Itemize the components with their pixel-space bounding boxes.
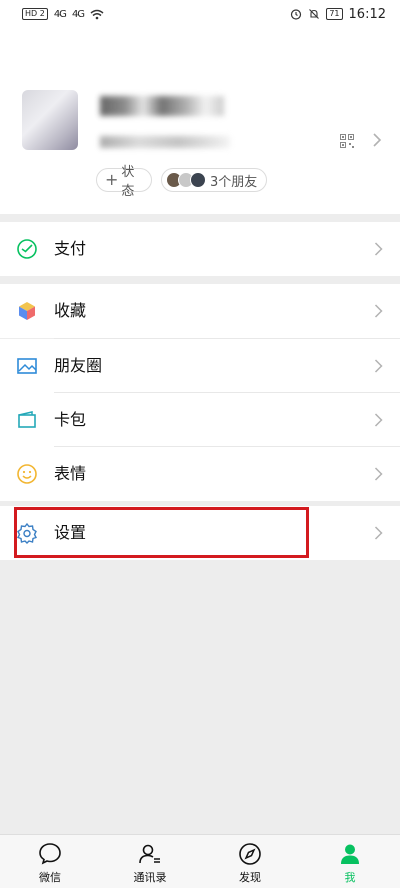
chevron-right-icon (374, 304, 383, 318)
tab-label: 通讯录 (133, 871, 167, 884)
menu-label-cards: 卡包 (54, 410, 87, 429)
chevron-right-icon (374, 359, 383, 373)
signal-icon: 4G (53, 8, 67, 20)
status-bar-left: HD 2 4G 4G (22, 8, 104, 20)
wifi-icon (90, 9, 104, 19)
cube-icon (19, 302, 35, 320)
pay-icon (17, 239, 37, 259)
nickname-redacted (100, 96, 224, 116)
status-button[interactable]: + 状态 (96, 165, 152, 199)
friends-label: 3个朋友 (210, 174, 258, 190)
menu-item-moments[interactable]: 朋友圈 (0, 339, 400, 393)
menu-item-pay[interactable]: 支付 (0, 222, 400, 276)
status-bar-right: 71 16:12 (290, 7, 386, 22)
menu-item-favorites[interactable]: 收藏 (0, 284, 400, 338)
signal-icon-2: 4G (71, 8, 85, 20)
friends-button[interactable]: 3个朋友 (161, 168, 267, 192)
chevron-right-icon (374, 526, 383, 540)
person-icon (341, 844, 359, 864)
plus-icon: + (105, 170, 119, 189)
compass-icon (239, 843, 261, 865)
battery-indicator: 71 (326, 8, 343, 20)
profile-header[interactable]: + 状态 3个朋友 (0, 28, 400, 214)
bottom-tab-bar: 微信 通讯录 发现 我 (0, 834, 400, 888)
friend-avatar (190, 172, 206, 188)
tab-contacts[interactable]: 通讯录 (100, 835, 200, 888)
wechat-id-redacted (100, 136, 230, 148)
chat-icon (39, 843, 61, 865)
chevron-right-icon (374, 413, 383, 427)
menu-label-stickers: 表情 (54, 464, 87, 483)
tab-chats[interactable]: 微信 (0, 835, 100, 888)
status-bar: HD 2 4G 4G 71 16:12 (0, 0, 400, 28)
menu-label-favorites: 收藏 (54, 301, 87, 320)
menu-label-pay: 支付 (54, 239, 87, 258)
clock: 16:12 (348, 6, 386, 22)
alarm-icon (291, 9, 302, 20)
tab-label: 发现 (239, 871, 261, 884)
avatar[interactable] (22, 90, 78, 150)
tab-label: 我 (344, 871, 356, 884)
mute-bell-icon (309, 9, 320, 19)
tab-label: 微信 (39, 871, 61, 884)
tab-me[interactable]: 我 (300, 835, 400, 888)
chevron-right-icon (374, 467, 383, 481)
image-icon (17, 358, 37, 374)
status-label: 状态 (121, 165, 135, 199)
chevron-right-icon[interactable] (372, 132, 382, 148)
chevron-right-icon (374, 242, 383, 256)
hd-badge: HD 2 (22, 8, 48, 20)
card-wallet-icon (18, 411, 36, 428)
qr-code-icon[interactable] (340, 134, 354, 148)
menu-label-moments: 朋友圈 (54, 356, 103, 375)
menu-item-cards[interactable]: 卡包 (0, 393, 400, 447)
contacts-icon (139, 844, 160, 864)
smiley-icon (17, 464, 37, 484)
highlight-annotation-box (14, 507, 309, 558)
tab-discover[interactable]: 发现 (200, 835, 300, 888)
menu-item-stickers[interactable]: 表情 (0, 447, 400, 501)
